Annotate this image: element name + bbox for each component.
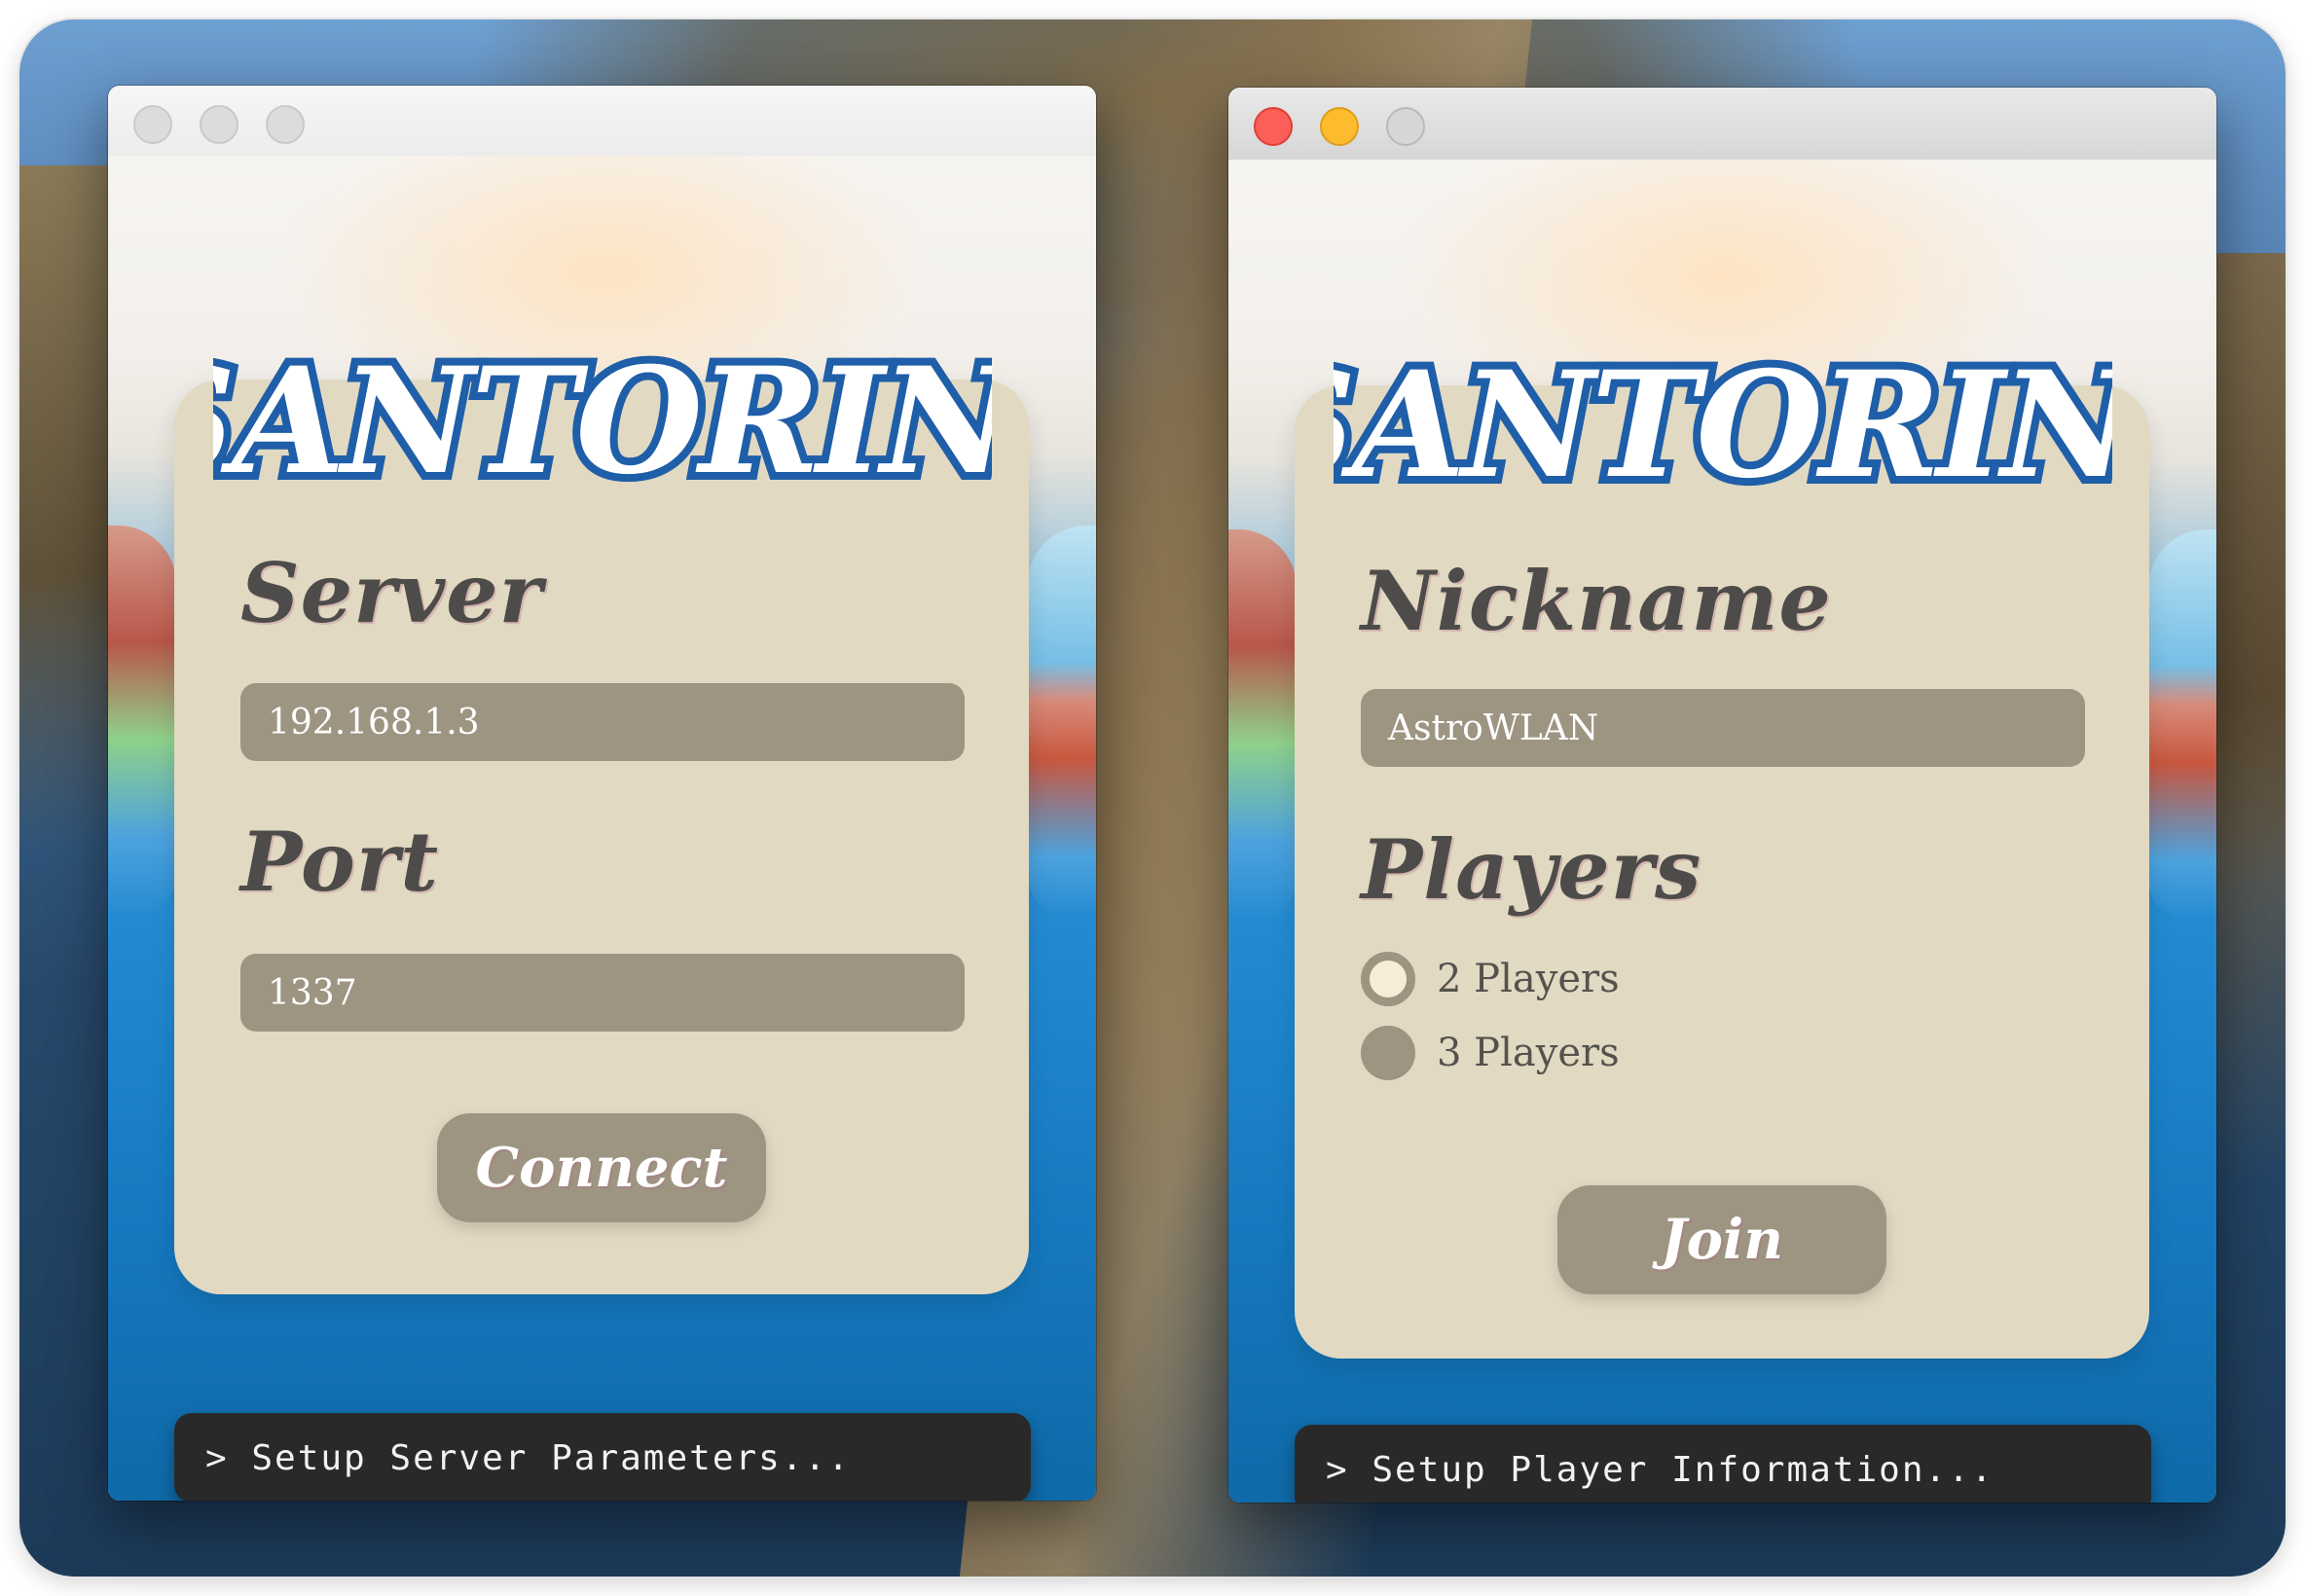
island-cliff-left bbox=[108, 526, 176, 915]
server-heading: Server bbox=[240, 545, 543, 641]
server-address-input[interactable]: 192.168.1.3 bbox=[240, 683, 965, 761]
player-setup-window: SANTORINI Nickname AstroWLAN Players 2 P… bbox=[1228, 88, 2216, 1503]
island-cliff-left bbox=[1228, 529, 1297, 919]
close-icon[interactable] bbox=[133, 105, 172, 144]
join-button[interactable]: Join bbox=[1557, 1185, 1886, 1294]
logo-text: SANTORINI bbox=[1334, 340, 2112, 511]
nickname-value: AstroWLAN bbox=[1388, 707, 1599, 748]
logo-text: SANTORINI bbox=[213, 336, 992, 507]
radio-button[interactable] bbox=[1361, 1026, 1415, 1080]
radio-option-2-players[interactable]: 2 Players bbox=[1361, 952, 1620, 1006]
close-icon[interactable] bbox=[1254, 107, 1293, 146]
radio-label: 2 Players bbox=[1437, 957, 1620, 1001]
radio-option-3-players[interactable]: 3 Players bbox=[1361, 1026, 1620, 1080]
santorini-logo: SANTORINI bbox=[1243, 306, 2214, 529]
port-heading: Port bbox=[240, 814, 439, 910]
minimize-icon[interactable] bbox=[200, 105, 238, 144]
nickname-input[interactable]: AstroWLAN bbox=[1361, 689, 2085, 767]
zoom-icon[interactable] bbox=[1386, 107, 1425, 146]
window-content: SANTORINI Server 192.168.1.3 Port 1337 C… bbox=[108, 156, 1096, 1501]
zoom-icon[interactable] bbox=[266, 105, 305, 144]
port-input[interactable]: 1337 bbox=[240, 954, 965, 1032]
player-console-text: > Setup Player Information... bbox=[1326, 1449, 1994, 1490]
radio-button-selected[interactable] bbox=[1361, 952, 1415, 1006]
radio-label: 3 Players bbox=[1437, 1031, 1620, 1075]
nickname-heading: Nickname bbox=[1361, 553, 1832, 649]
titlebar bbox=[108, 86, 1096, 158]
server-console-bar: > Setup Server Parameters... bbox=[174, 1413, 1031, 1501]
island-cliff-right bbox=[2148, 529, 2216, 919]
window-content: SANTORINI Nickname AstroWLAN Players 2 P… bbox=[1228, 160, 2216, 1503]
players-heading: Players bbox=[1361, 821, 1702, 918]
server-address-value: 192.168.1.3 bbox=[268, 702, 480, 743]
titlebar bbox=[1228, 88, 2216, 162]
minimize-icon[interactable] bbox=[1320, 107, 1359, 146]
santorini-logo: SANTORINI bbox=[123, 302, 1094, 526]
player-console-bar: > Setup Player Information... bbox=[1295, 1425, 2151, 1503]
island-cliff-right bbox=[1028, 526, 1096, 915]
server-setup-window: SANTORINI Server 192.168.1.3 Port 1337 C… bbox=[108, 86, 1096, 1501]
port-value: 1337 bbox=[268, 972, 357, 1013]
connect-button[interactable]: Connect bbox=[437, 1113, 766, 1222]
server-console-text: > Setup Server Parameters... bbox=[205, 1437, 851, 1478]
